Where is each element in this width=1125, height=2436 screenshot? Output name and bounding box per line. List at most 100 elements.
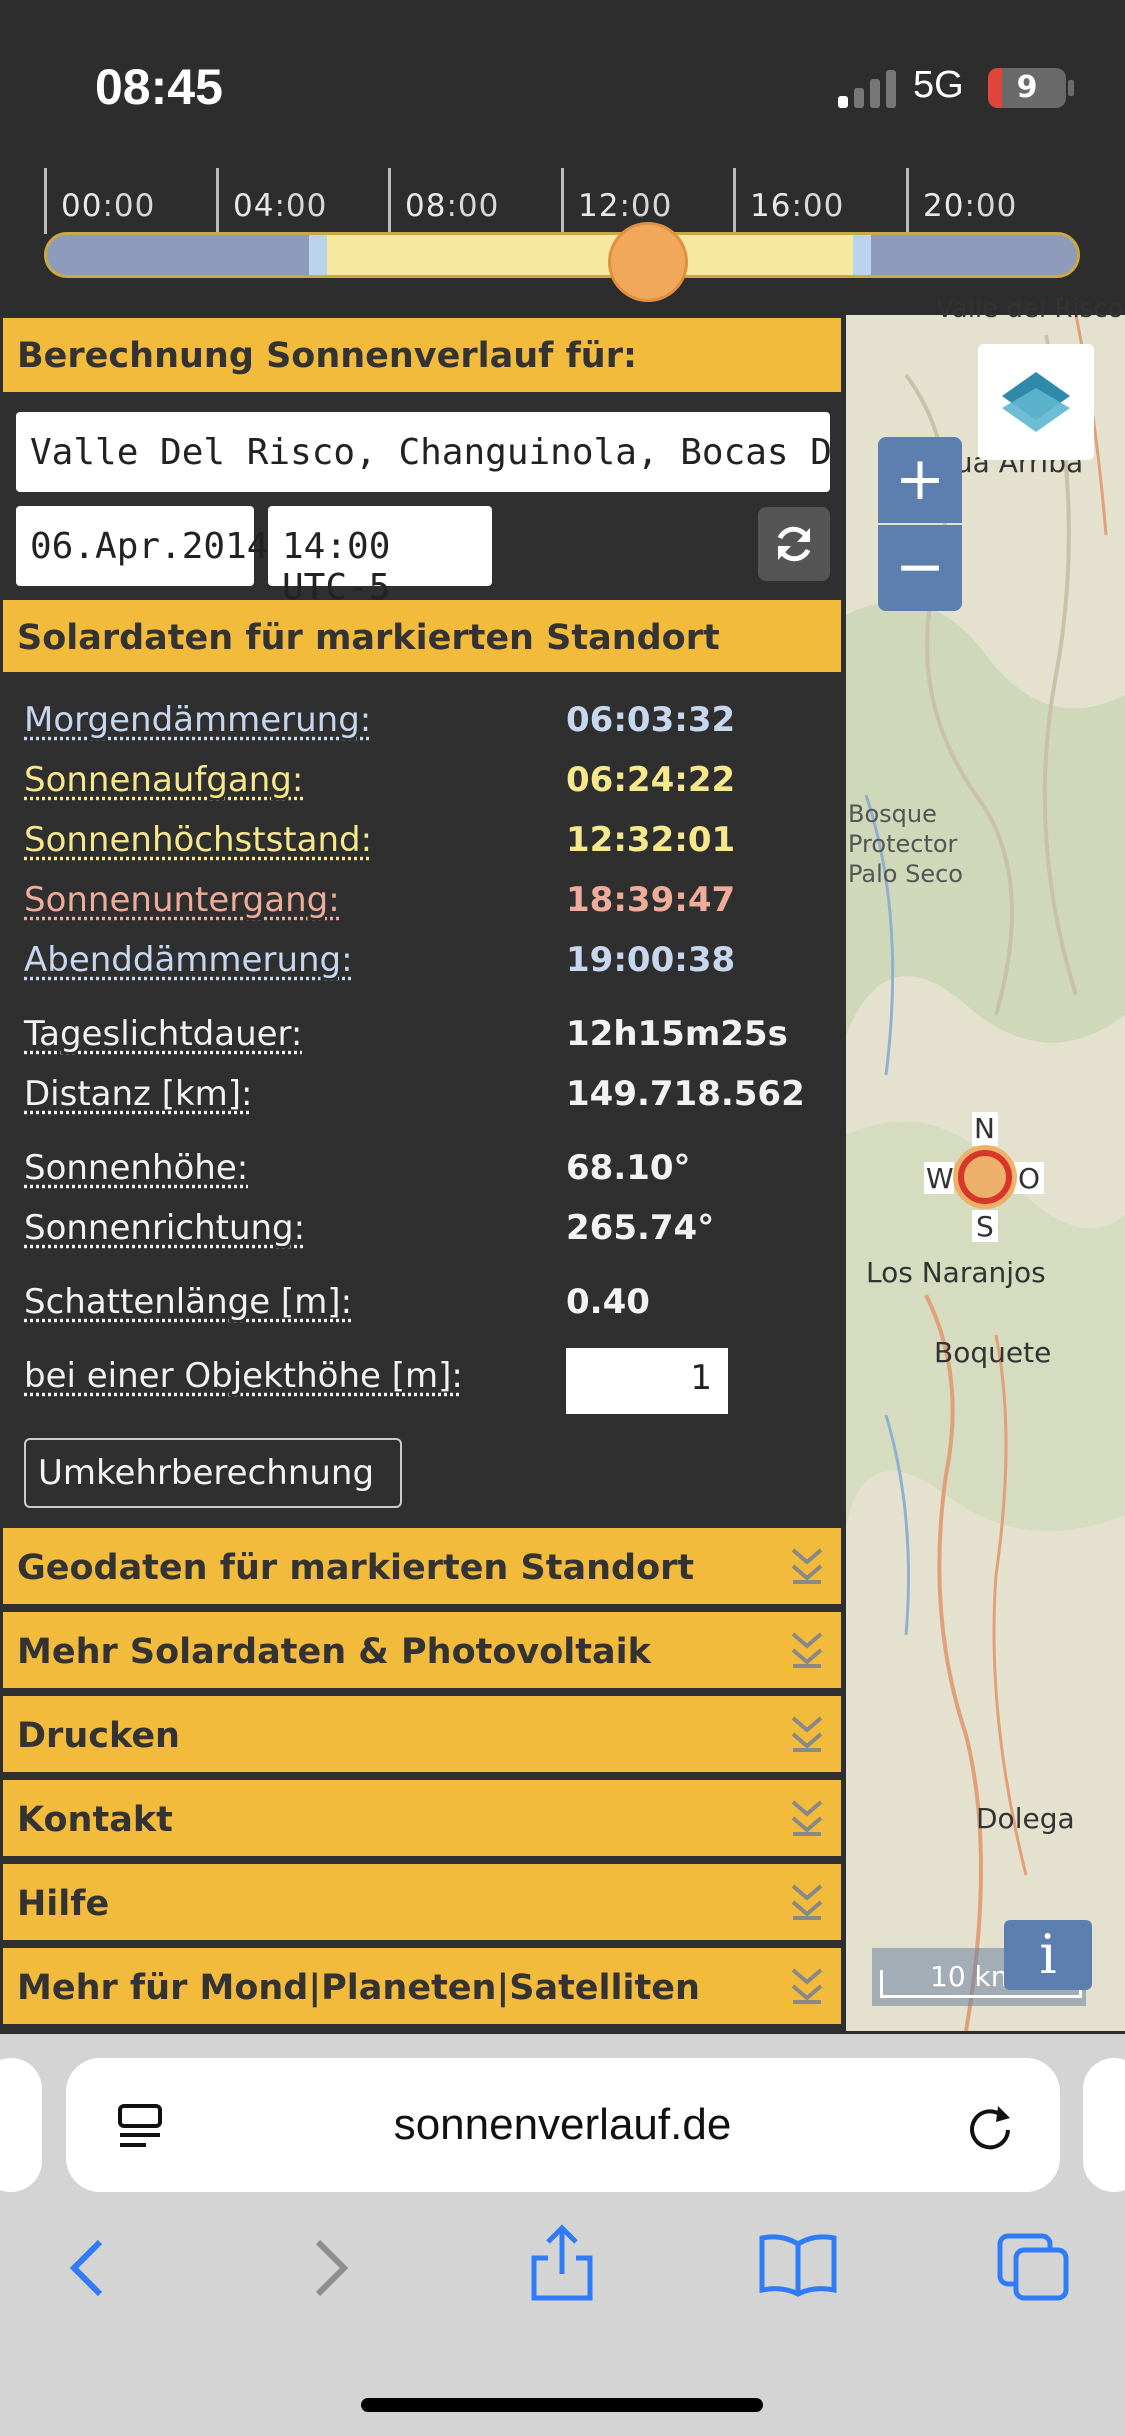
morning-twilight-row: Morgendämmerung: 06:03:32 (24, 694, 834, 750)
status-bar: 08:45 5G 9 (0, 0, 1125, 170)
reverse-calc-button[interactable]: Umkehrberechnung (24, 1438, 402, 1508)
distance-label[interactable]: Distanz [km]: (24, 1074, 253, 1114)
dawn-segment (309, 235, 327, 275)
sunrise-value: 06:24:22 (566, 760, 736, 800)
timeline-tick: 04:00 (216, 168, 326, 234)
distance-row: Distanz [km]: 149.718.562 (24, 1068, 834, 1124)
back-icon[interactable] (66, 2236, 110, 2300)
accordion-print[interactable]: Drucken (3, 1696, 841, 1772)
dusk-segment (853, 235, 871, 275)
daylight-label[interactable]: Tageslichtdauer: (24, 1014, 302, 1054)
evening-twilight-row: Abenddämmerung: 19:00:38 (24, 934, 834, 990)
zoom-in-button[interactable]: + (878, 437, 962, 523)
double-chevron-down-icon (791, 1968, 823, 2004)
azimuth-label[interactable]: Sonnenrichtung: (24, 1208, 305, 1248)
tabs-icon[interactable] (996, 2232, 1070, 2302)
map-place-label: Palo Seco (848, 860, 963, 888)
sunrise-row: Sonnenaufgang: 06:24:22 (24, 754, 834, 810)
location-input[interactable]: Valle Del Risco, Changuinola, Bocas Del … (16, 412, 830, 492)
elevation-label[interactable]: Sonnenhöhe: (24, 1148, 248, 1188)
url-text: sonnenverlauf.de (393, 2100, 732, 2149)
azimuth-row: Sonnenrichtung: 265.74° (24, 1202, 834, 1258)
compass-o: O (1018, 1162, 1041, 1195)
timeline-tick: 00:00 (44, 168, 154, 234)
accordion-moon-planets[interactable]: Mehr für Mond|Planeten|Satelliten (3, 1948, 841, 2024)
daylight-row: Tageslichtdauer: 12h15m25s (24, 1008, 834, 1064)
shadow-label[interactable]: Schattenlänge [m]: (24, 1282, 352, 1322)
sunset-row: Sonnenuntergang: 18:39:47 (24, 874, 834, 930)
status-time: 08:45 (95, 59, 223, 115)
accordion-label: Drucken (17, 1716, 180, 1756)
calc-heading: Berechnung Sonnenverlauf für: (3, 318, 841, 392)
signal-icon (838, 68, 900, 108)
compass-s: S (976, 1210, 994, 1243)
time-slider-track[interactable] (44, 232, 1080, 278)
map-info-button[interactable]: i (1004, 1920, 1092, 1990)
map-place-label: Protector (848, 830, 958, 858)
battery-icon: 9 (988, 68, 1066, 108)
bookmarks-icon[interactable] (758, 2232, 838, 2298)
solar-noon-label[interactable]: Sonnenhöchststand: (24, 820, 372, 860)
sunset-label[interactable]: Sonnenuntergang: (24, 880, 340, 920)
zoom-out-button[interactable]: − (878, 525, 962, 611)
timeline-tick: 20:00 (906, 168, 1016, 234)
morning-twilight-value: 06:03:32 (566, 700, 736, 740)
forward-icon[interactable] (308, 2236, 352, 2300)
double-chevron-down-icon (791, 1548, 823, 1584)
map-layers-button[interactable] (978, 344, 1094, 460)
double-chevron-down-icon (791, 1716, 823, 1752)
timeline-tick: 08:00 (388, 168, 498, 234)
accordion-geodata[interactable]: Geodaten für markierten Standort (3, 1528, 841, 1604)
home-indicator (361, 2398, 763, 2412)
accordion-help[interactable]: Hilfe (3, 1864, 841, 1940)
timeline-tick: 12:00 (561, 168, 671, 234)
double-chevron-down-icon (791, 1884, 823, 1920)
map-place-label: Bosque (848, 800, 937, 828)
shadow-value: 0.40 (566, 1282, 650, 1322)
accordion-label: Mehr Solardaten & Photovoltaik (17, 1632, 651, 1672)
solar-noon-value: 12:32:01 (566, 820, 736, 860)
solar-noon-row: Sonnenhöchststand: 12:32:01 (24, 814, 834, 870)
shadow-row: Schattenlänge [m]: 0.40 (24, 1276, 834, 1332)
daylight-segment (327, 235, 853, 275)
share-icon[interactable] (528, 2222, 596, 2304)
location-marker[interactable]: N W O S (922, 1110, 1046, 1244)
accordion-label: Geodaten für markierten Standort (17, 1548, 695, 1588)
refresh-button[interactable] (758, 507, 830, 581)
date-input[interactable]: 06.Apr.2014 (16, 506, 268, 586)
evening-twilight-label[interactable]: Abenddämmerung: (24, 940, 353, 980)
battery-level: 9 (1016, 70, 1038, 105)
accordion-label: Hilfe (17, 1884, 110, 1924)
elevation-value: 68.10° (566, 1148, 691, 1188)
evening-twilight-value: 19:00:38 (566, 940, 736, 980)
solar-heading: Solardaten für markierten Standort (3, 600, 841, 672)
object-height-label[interactable]: bei einer Objekthöhe [m]: (24, 1356, 463, 1396)
azimuth-value: 265.74° (566, 1208, 715, 1248)
map-place-label: Dolega (976, 1802, 1075, 1835)
distance-value: 149.718.562 (566, 1074, 805, 1114)
sunset-value: 18:39:47 (566, 880, 736, 920)
layers-icon (1002, 372, 1070, 432)
time-input[interactable]: 14:00 UTC-5 (268, 506, 492, 608)
time-slider-handle[interactable] (608, 222, 688, 302)
accordion-label: Mehr für Mond|Planeten|Satelliten (17, 1968, 700, 2008)
refresh-icon (777, 526, 811, 562)
map-place-label: Valle del Risco (936, 294, 1124, 324)
sunrise-label[interactable]: Sonnenaufgang: (24, 760, 303, 800)
accordion-more-solar[interactable]: Mehr Solardaten & Photovoltaik (3, 1612, 841, 1688)
elevation-row: Sonnenhöhe: 68.10° (24, 1142, 834, 1198)
compass-n: N (974, 1112, 995, 1145)
daylight-value: 12h15m25s (566, 1014, 788, 1054)
accordion-label: Kontakt (17, 1800, 173, 1840)
morning-twilight-label[interactable]: Morgendämmerung: (24, 700, 371, 740)
map-place-label: Los Naranjos (866, 1256, 1046, 1289)
accordion-contact[interactable]: Kontakt (3, 1780, 841, 1856)
double-chevron-down-icon (791, 1800, 823, 1836)
object-height-input[interactable]: 1 (566, 1348, 728, 1414)
map-place-label: Boquete (934, 1336, 1052, 1369)
double-chevron-down-icon (791, 1632, 823, 1668)
timeline-ticks: 00:00 04:00 08:00 12:00 16:00 20:00 (44, 168, 1084, 234)
compass-w: W (926, 1162, 954, 1195)
network-type: 5G (913, 64, 964, 106)
timeline-tick: 16:00 (733, 168, 843, 234)
